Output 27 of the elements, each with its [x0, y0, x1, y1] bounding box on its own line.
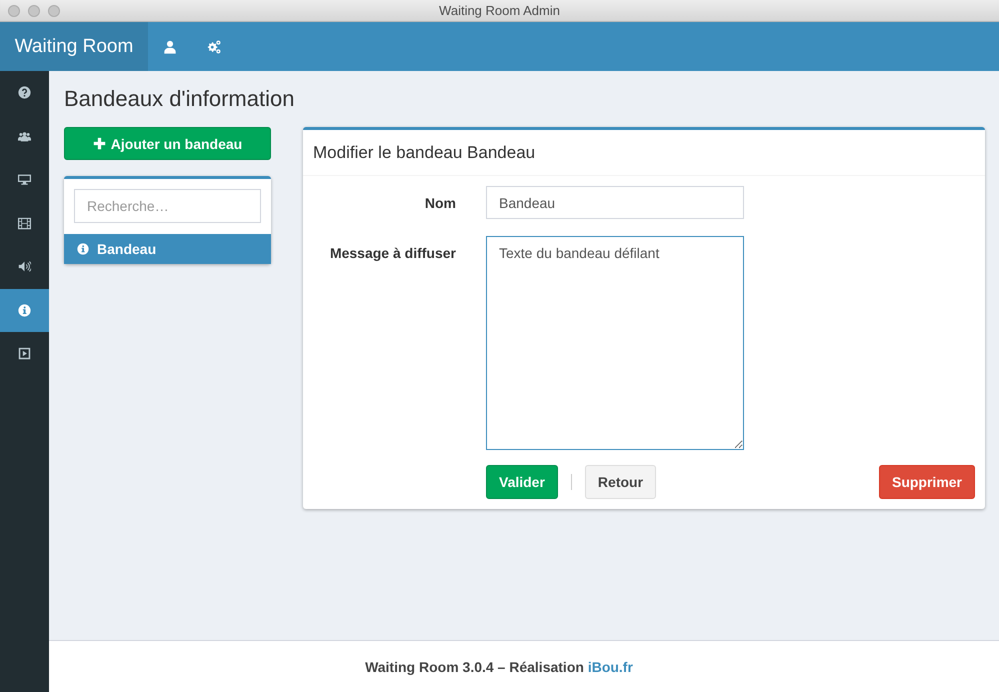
- search-field[interactable]: Recherche…: [74, 189, 261, 223]
- play-icon[interactable]: [18, 347, 31, 360]
- submit-button[interactable]: Valider: [486, 465, 558, 499]
- footer-link[interactable]: iBou.fr: [588, 658, 633, 674]
- speaker-icon[interactable]: [18, 260, 31, 274]
- users-icon[interactable]: [18, 130, 31, 143]
- page-title: Bandeaux d'information: [64, 85, 296, 113]
- add-button[interactable]: Ajouter un bandeau: [64, 127, 271, 160]
- field-label: Nom: [424, 195, 456, 211]
- delete-button[interactable]: Supprimer: [878, 465, 975, 499]
- message-field[interactable]: Texte du bandeau défilant: [486, 236, 744, 450]
- user-icon[interactable]: [163, 40, 177, 54]
- film-icon[interactable]: [18, 216, 31, 230]
- window-title: Waiting Room Admin: [439, 3, 560, 18]
- gears-icon[interactable]: [207, 40, 221, 54]
- app-brand[interactable]: Waiting Room: [0, 22, 148, 71]
- plus-icon: [92, 137, 106, 150]
- text-field[interactable]: Bandeau: [486, 186, 744, 219]
- info-icon[interactable]: [18, 304, 31, 317]
- help-icon[interactable]: [18, 86, 31, 100]
- info-icon: [77, 243, 89, 255]
- field-label: Message à diffuser: [330, 245, 456, 261]
- panel-title: Modifier le bandeau Bandeau: [313, 142, 536, 162]
- footer-text: Waiting Room 3.0.4 – Réalisation iBou.fr: [365, 658, 633, 674]
- list-item[interactable]: Bandeau: [64, 234, 271, 264]
- monitor-icon[interactable]: [18, 173, 31, 186]
- back-button[interactable]: Retour: [584, 465, 656, 499]
